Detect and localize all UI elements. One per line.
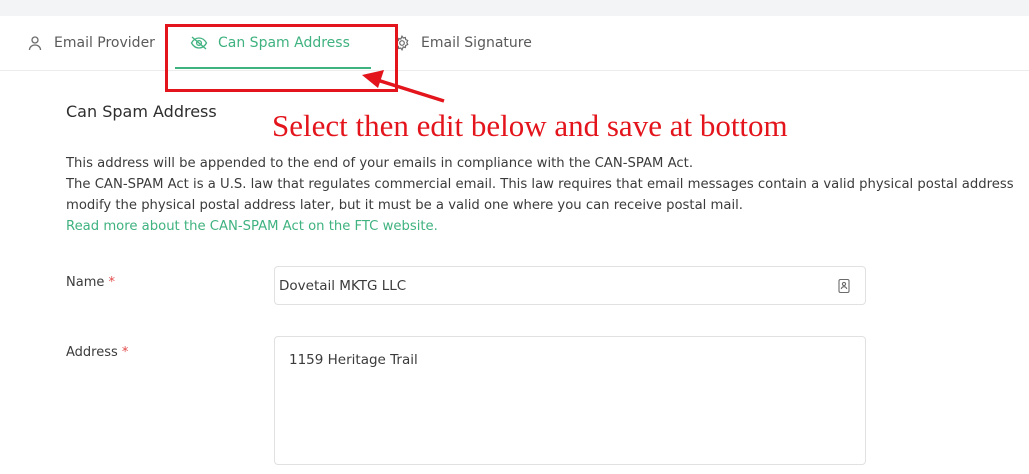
address-label-text: Address: [66, 345, 118, 360]
address-value: 1159 Heritage Trail: [289, 352, 418, 368]
address-textarea[interactable]: 1159 Heritage Trail: [274, 336, 866, 465]
tab-can-spam-address[interactable]: Can Spam Address: [190, 16, 350, 70]
name-label-text: Name: [66, 275, 105, 290]
name-input[interactable]: Dovetail MKTG LLC: [274, 266, 866, 305]
required-mark: *: [108, 275, 116, 290]
eye-off-icon: [190, 34, 208, 52]
contact-card-icon: [837, 278, 851, 294]
gear-icon: [393, 34, 411, 52]
address-label: Address *: [66, 345, 128, 360]
description-line: The CAN-SPAM Act is a U.S. law that regu…: [66, 177, 1014, 192]
active-tab-indicator: [175, 67, 371, 69]
top-strip: [0, 0, 1029, 16]
ftc-link[interactable]: Read more about the CAN-SPAM Act on the …: [66, 219, 438, 234]
section-title: Can Spam Address: [66, 102, 217, 121]
name-label: Name *: [66, 275, 115, 290]
required-mark: *: [121, 345, 129, 360]
annotation-text: Select then edit below and save at botto…: [272, 108, 788, 143]
section-description: This address will be appended to the end…: [66, 153, 1029, 237]
description-line: This address will be appended to the end…: [66, 156, 694, 171]
settings-tabs: Email Provider Can Spam Address Email Si…: [0, 16, 1029, 71]
description-line: modify the physical postal address later…: [66, 198, 743, 213]
tab-label: Email Signature: [421, 35, 532, 51]
user-icon: [26, 34, 44, 52]
tab-email-provider[interactable]: Email Provider: [26, 16, 155, 70]
name-input-value: Dovetail MKTG LLC: [279, 277, 407, 294]
tab-label: Email Provider: [54, 35, 155, 51]
tab-email-signature[interactable]: Email Signature: [393, 16, 532, 70]
tab-label: Can Spam Address: [218, 35, 350, 51]
